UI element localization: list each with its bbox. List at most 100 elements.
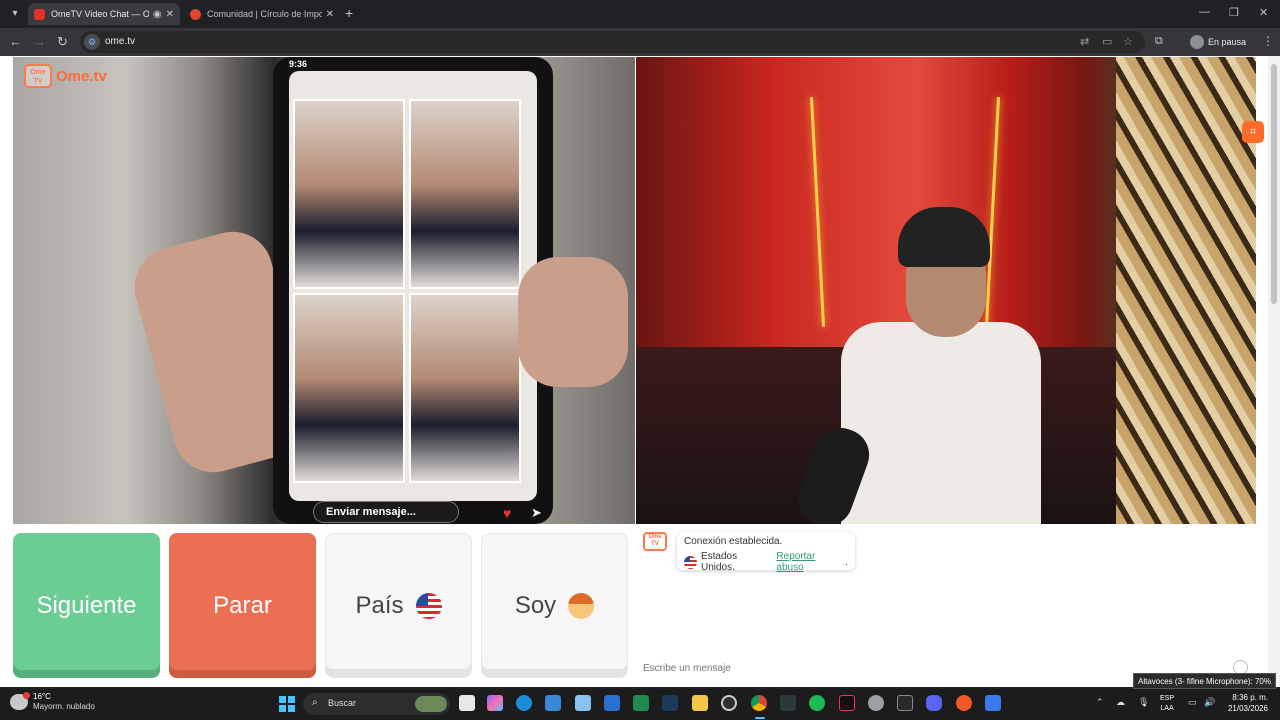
person-body bbox=[841, 322, 1041, 524]
cast-icon[interactable]: ▭ bbox=[1102, 35, 1112, 48]
connection-status: Conexión establecida. bbox=[684, 536, 783, 547]
back-arrow-icon[interactable]: ← bbox=[9, 34, 22, 50]
site-info-icon[interactable]: ⚙ bbox=[84, 34, 100, 50]
phone-time: 9:36 bbox=[289, 59, 308, 69]
window-close-icon[interactable]: ✕ bbox=[1259, 6, 1268, 19]
country-label: País bbox=[355, 591, 404, 619]
remote-desktop-icon[interactable] bbox=[575, 695, 591, 711]
steam-icon[interactable] bbox=[662, 695, 678, 711]
tab-close-icon[interactable]: ✕ bbox=[326, 9, 334, 20]
boy-face-icon bbox=[568, 592, 595, 619]
bookmark-star-icon[interactable]: ☆ bbox=[1123, 35, 1133, 48]
copilot-icon[interactable] bbox=[487, 695, 503, 711]
photo-thumbnail bbox=[293, 99, 405, 289]
ometv-favicon-icon bbox=[34, 8, 45, 20]
microphone-icon[interactable]: 🎙 bbox=[1138, 697, 1149, 708]
person-cap bbox=[898, 207, 990, 267]
search-highlight-icon bbox=[415, 696, 447, 712]
new-tab-plus-icon[interactable]: + bbox=[345, 5, 353, 21]
task-view-icon[interactable] bbox=[459, 695, 475, 711]
phone-screen bbox=[289, 71, 537, 501]
system-message: Conexión establecida. Estados Unidos. Re… bbox=[677, 532, 855, 573]
folder-icon[interactable] bbox=[692, 695, 708, 711]
scrollbar-thumb[interactable] bbox=[1271, 64, 1277, 304]
reload-icon[interactable]: ↻ bbox=[57, 34, 68, 50]
gender-button[interactable]: Soy bbox=[481, 533, 628, 678]
stop-button[interactable]: Parar bbox=[169, 533, 316, 678]
edge-icon[interactable] bbox=[516, 695, 532, 711]
tab-ometv[interactable]: OmeTV Video Chat — Ome ◉ ✕ bbox=[28, 3, 180, 25]
chrome-icon[interactable] bbox=[751, 695, 767, 711]
store-icon[interactable] bbox=[545, 695, 561, 711]
ometv-logo: Ome TV Ome.tv bbox=[24, 64, 107, 88]
spotify-icon[interactable] bbox=[809, 695, 825, 711]
language-code: ESP bbox=[1160, 695, 1175, 702]
taskbar-search[interactable]: ⌕ Buscar bbox=[303, 693, 450, 715]
ometv-logo-badge: Ome TV bbox=[24, 64, 52, 88]
tray-overflow-icon[interactable]: ⌃ bbox=[1096, 697, 1104, 708]
country-button[interactable]: País bbox=[325, 533, 472, 678]
language-indicator[interactable]: ESP LAA bbox=[1160, 694, 1174, 714]
discord-icon[interactable] bbox=[926, 695, 942, 711]
system-clock[interactable]: 8:36 p. m. 21/03/2026 bbox=[1226, 692, 1268, 714]
address-bar[interactable]: ⚙ ome.tv ⇄ ▭ ☆ bbox=[80, 31, 1145, 53]
next-button[interactable]: Siguiente bbox=[13, 533, 160, 678]
led-lamp bbox=[809, 97, 826, 327]
profile-button[interactable]: En pausa bbox=[1190, 32, 1246, 52]
clock-date: 21/03/2026 bbox=[1227, 704, 1268, 713]
minimize-icon[interactable]: — bbox=[1199, 6, 1210, 18]
restore-icon[interactable]: ❐ bbox=[1229, 6, 1239, 19]
url-text: ome.tv bbox=[105, 36, 136, 47]
obs-icon[interactable] bbox=[721, 695, 737, 711]
volume-icon[interactable]: 🔊 bbox=[1204, 697, 1215, 708]
tab-title: OmeTV Video Chat — Ome bbox=[51, 9, 149, 19]
onedrive-icon[interactable]: ☁ bbox=[1116, 697, 1125, 708]
cloud-icon bbox=[10, 692, 30, 710]
translate-icon[interactable]: ⇄ bbox=[1080, 35, 1089, 48]
screenshot-icon[interactable]: ⌗ bbox=[1242, 121, 1264, 143]
stop-label: Parar bbox=[213, 591, 272, 619]
tab-title: Comunidad | Círculo de Importa bbox=[207, 9, 322, 19]
report-suffix: . bbox=[845, 556, 848, 568]
tab-close-icon[interactable]: ✕ bbox=[166, 9, 174, 20]
search-label: Buscar bbox=[328, 698, 357, 708]
recording-dot-icon: ◉ bbox=[152, 8, 162, 20]
windows-start-icon[interactable] bbox=[279, 696, 295, 712]
phone-image: 9:36 Enviar mensaje... ♥ ➤ bbox=[273, 57, 553, 524]
thumb-image bbox=[518, 257, 628, 387]
avatar bbox=[1190, 35, 1204, 49]
photo-thumbnail bbox=[293, 293, 405, 483]
capcut-icon[interactable] bbox=[780, 695, 796, 711]
brave-icon[interactable] bbox=[956, 695, 972, 711]
tab-search-chevron-icon[interactable]: ▾ bbox=[6, 5, 24, 23]
weather-widget[interactable]: 16°C Mayorm. nublado bbox=[10, 692, 95, 712]
curtain bbox=[1116, 57, 1256, 524]
extensions-icon[interactable]: ⧉ bbox=[1155, 35, 1163, 48]
weather-condition: Mayorm. nublado bbox=[33, 702, 95, 711]
tab-strip: ▾ OmeTV Video Chat — Ome ◉ ✕ Comunidad |… bbox=[0, 0, 1280, 28]
comunidad-favicon-icon bbox=[190, 8, 201, 20]
tab-comunidad[interactable]: Comunidad | Círculo de Importa ✕ bbox=[184, 3, 340, 25]
next-label: Siguiente bbox=[36, 591, 137, 619]
remote-video bbox=[636, 57, 1256, 524]
settings-icon[interactable] bbox=[868, 695, 884, 711]
word-icon[interactable] bbox=[604, 695, 620, 711]
more-menu-icon[interactable]: ⋮ bbox=[1262, 34, 1274, 48]
us-flag-icon bbox=[415, 592, 442, 619]
send-icon: ➤ bbox=[531, 505, 542, 520]
tiktok-icon[interactable] bbox=[839, 695, 855, 711]
layout-code: LAA bbox=[1160, 705, 1174, 712]
search-icon: ⌕ bbox=[312, 697, 318, 708]
excel-icon[interactable] bbox=[633, 695, 649, 711]
heart-icon: ♥ bbox=[503, 505, 512, 521]
gender-label: Soy bbox=[514, 591, 557, 619]
phone-message-bar: Enviar mensaje... bbox=[313, 501, 459, 523]
active-app-indicator bbox=[755, 717, 765, 719]
volume-tooltip: Altavoces (3- fifine Microphone): 70% bbox=[1133, 673, 1276, 689]
forward-arrow-icon[interactable]: → bbox=[33, 34, 46, 50]
report-abuse-link[interactable]: Reportar abuso bbox=[776, 551, 845, 573]
epic-games-icon[interactable] bbox=[897, 695, 913, 711]
vpn-shield-icon[interactable] bbox=[985, 695, 1001, 711]
network-icon[interactable]: ▭ bbox=[1188, 697, 1197, 708]
logo-text: Ome.tv bbox=[56, 67, 107, 85]
